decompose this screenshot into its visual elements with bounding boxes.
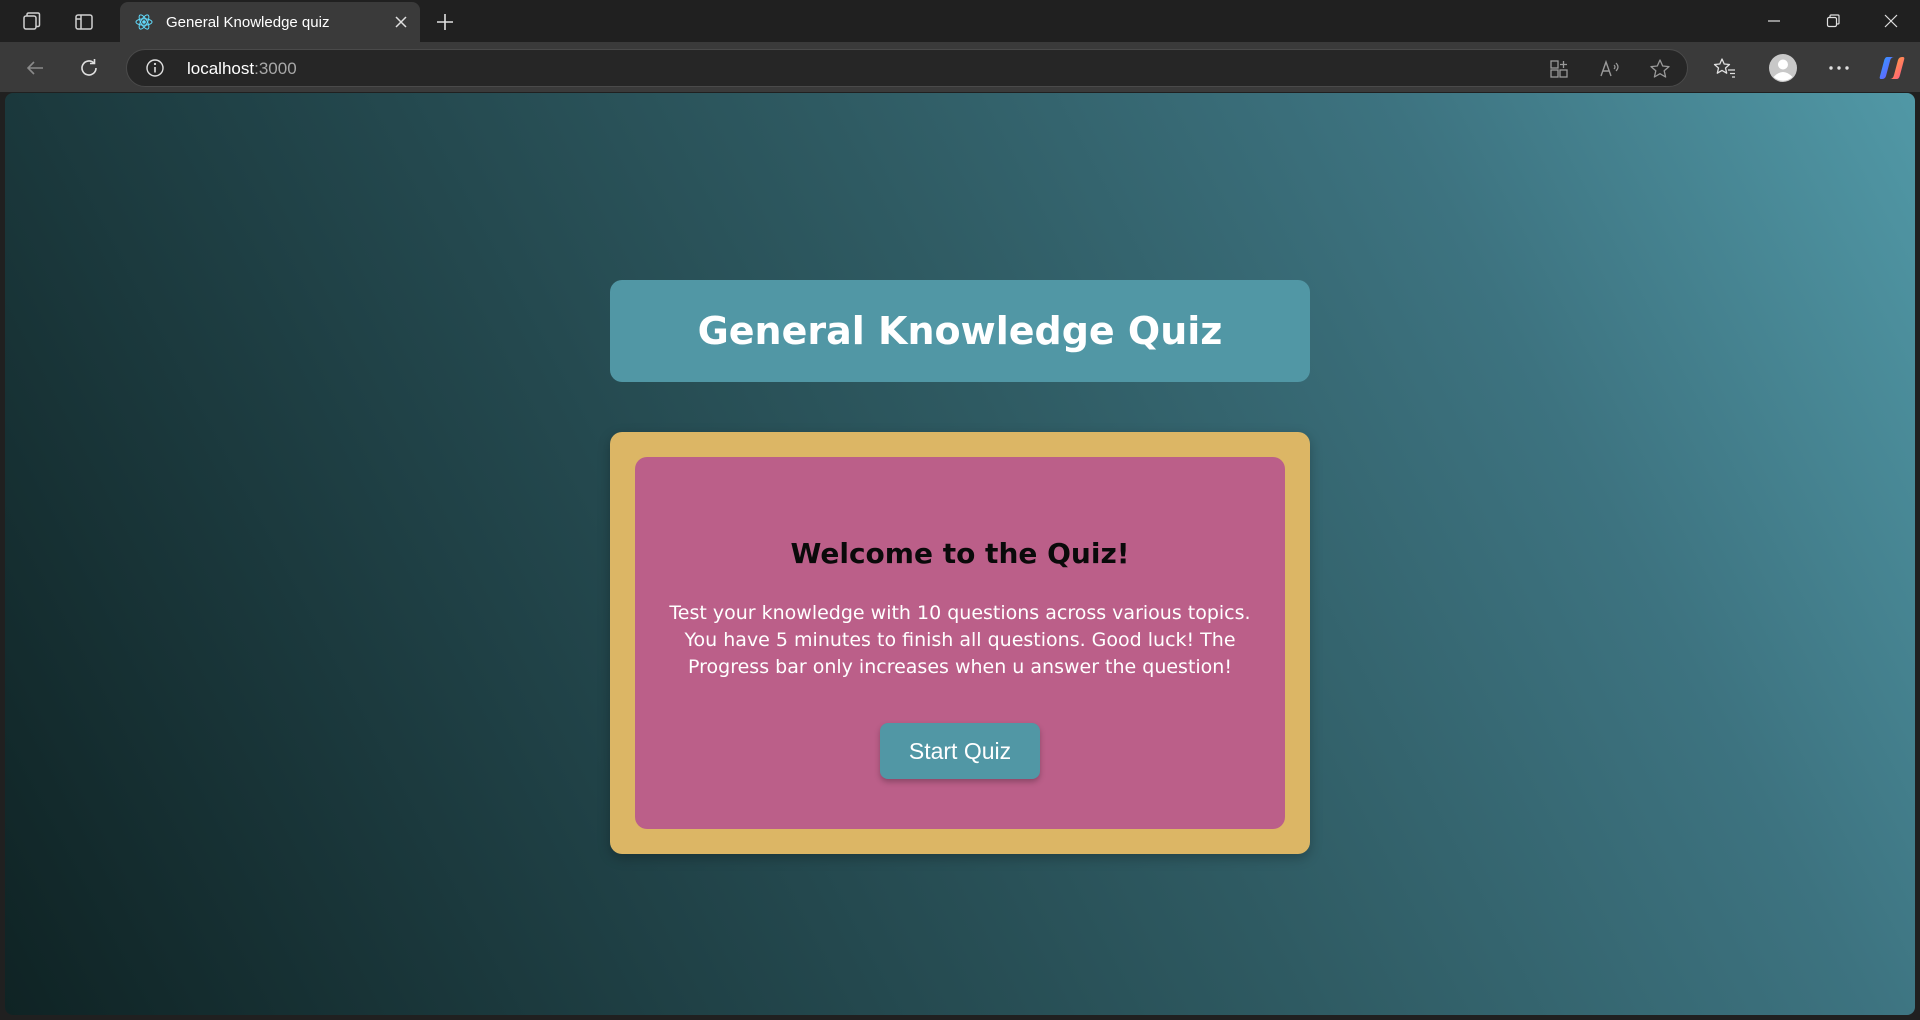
profile-icon[interactable] [1766,51,1800,85]
close-window-button[interactable] [1873,6,1909,36]
address-bar[interactable]: localhost:3000 [126,49,1688,87]
copilot-icon[interactable] [1875,51,1909,85]
plus-icon [437,14,453,30]
star-icon[interactable] [1647,56,1673,82]
apps-icon[interactable] [1546,56,1572,82]
close-tab-icon[interactable] [390,11,412,33]
page-viewport: General Knowledge Quiz Welcome to the Qu… [5,93,1915,1015]
read-aloud-icon[interactable] [1597,56,1623,82]
start-quiz-button[interactable]: Start Quiz [880,723,1040,779]
welcome-heading: Welcome to the Quiz! [790,537,1130,570]
page-title: General Knowledge Quiz [697,309,1223,353]
tab-actions-icon[interactable] [70,8,98,36]
url-host: localhost [187,59,255,78]
url-port: :3000 [254,59,297,78]
active-tab[interactable]: General Knowledge quiz [120,2,420,42]
restore-icon [1826,14,1840,28]
browser-tab-bar: General Knowledge quiz [0,0,1920,42]
workspaces-icon[interactable] [18,8,46,36]
refresh-button[interactable] [73,52,105,84]
url-text: localhost:3000 [187,59,297,79]
quiz-title-banner: General Knowledge Quiz [610,280,1310,382]
tab-title: General Knowledge quiz [166,13,330,31]
browser-toolbar: localhost:3000 [0,42,1920,92]
welcome-card: Welcome to the Quiz! Test your knowledge… [610,432,1310,854]
more-icon[interactable] [1822,51,1856,85]
back-arrow-icon [26,61,43,75]
info-icon[interactable] [145,58,165,78]
restore-button[interactable] [1815,6,1851,36]
back-button[interactable] [19,52,51,84]
react-icon [135,14,153,30]
favorites-icon[interactable] [1708,51,1742,85]
quiz-description: Test your knowledge with 10 questions ac… [669,602,1251,678]
welcome-card-body: Welcome to the Quiz! Test your knowledge… [635,457,1285,829]
minimize-button[interactable] [1756,6,1792,36]
refresh-icon [81,59,97,76]
close-icon [1884,14,1898,28]
new-tab-button[interactable] [431,8,459,36]
minimize-icon [1768,20,1780,22]
